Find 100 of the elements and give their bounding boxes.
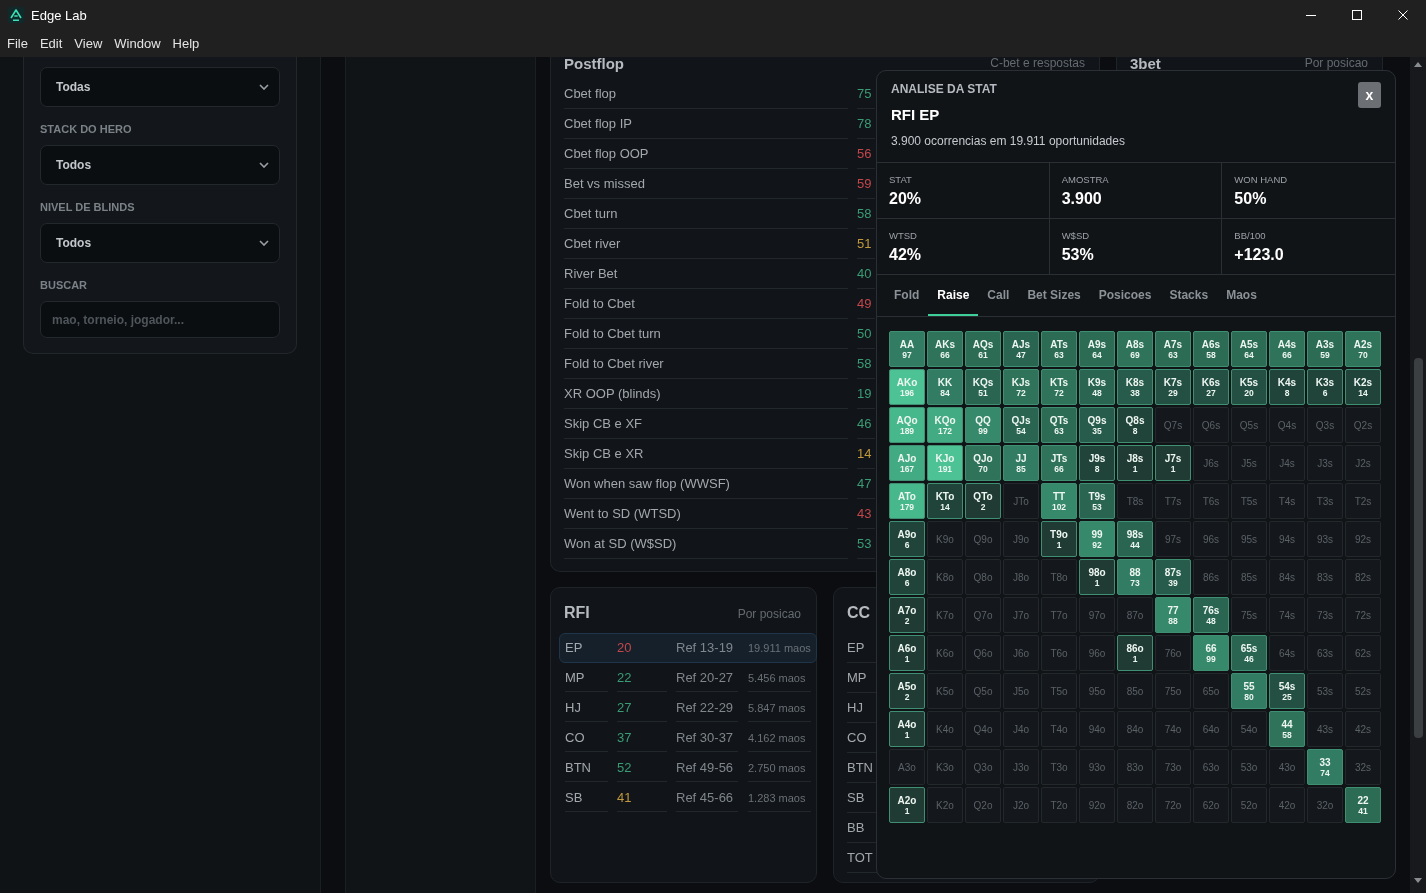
card-title: RFI xyxy=(564,604,590,622)
hand-label: 84s xyxy=(1278,571,1296,583)
hand-count: 84 xyxy=(940,387,950,398)
table-row[interactable]: EP 20 Ref 13-19 19.911 maos xyxy=(559,633,817,663)
hand-count: 167 xyxy=(899,463,915,474)
hand-count: 6 xyxy=(904,577,910,588)
table-row[interactable]: SB 41 Ref 45-66 1.283 maos xyxy=(559,783,817,813)
hand-count: 64 xyxy=(1244,349,1254,360)
stat-value: 14 xyxy=(857,439,875,469)
hand-label: 75o xyxy=(1164,685,1182,697)
stat-value: 50 xyxy=(857,319,875,349)
hand-count: 1 xyxy=(904,729,910,740)
stat-value: +123.0 xyxy=(1234,245,1285,265)
hand-label: 33 xyxy=(1319,756,1331,768)
position-label: HJ xyxy=(565,694,608,722)
stat-value: 56 xyxy=(857,139,875,169)
stat-label: Bet vs missed xyxy=(564,169,848,199)
chevron-down-icon xyxy=(259,240,269,246)
hand-label: 97s xyxy=(1164,533,1182,545)
dropdown[interactable]: Todos xyxy=(40,145,280,185)
stat-value: 41 xyxy=(617,784,667,812)
hand-label: Q2o xyxy=(973,799,993,811)
hand-label: 77 xyxy=(1167,604,1179,616)
hand-label: J8s xyxy=(1126,452,1144,464)
hand-label: K6s xyxy=(1201,376,1221,388)
hand-label: ATo xyxy=(898,490,916,502)
card-subtitle: Por posicao xyxy=(1304,57,1368,70)
stat-value: 19 xyxy=(857,379,875,409)
stat-value: 59 xyxy=(857,169,875,199)
reference-range: Ref 30-37 xyxy=(676,724,738,752)
hand-count: 53 xyxy=(1092,501,1102,512)
hand-label: T4s xyxy=(1278,495,1296,507)
hand-label: 96o xyxy=(1088,647,1106,659)
hand-label: K8o xyxy=(936,571,954,583)
hand-label: KTs xyxy=(1049,376,1069,388)
stat-value: 46 xyxy=(857,409,875,439)
hand-label: Q4s xyxy=(1277,419,1297,431)
search-field[interactable]: mao, torneio, jogador... xyxy=(40,301,280,338)
hand-label: QQ xyxy=(975,414,991,426)
hand-label: 52o xyxy=(1240,799,1258,811)
hand-label: Q7s xyxy=(1163,419,1183,431)
filter-label: STACK DO HERO xyxy=(40,123,133,136)
hand-count: 41 xyxy=(1358,805,1368,816)
scroll-up-icon[interactable] xyxy=(1414,62,1422,67)
hand-label: TT xyxy=(1052,490,1066,502)
hand-count: 1 xyxy=(1056,539,1062,550)
scrollbar[interactable] xyxy=(1410,57,1426,893)
stat-value: 58 xyxy=(857,199,875,229)
hand-count: 8 xyxy=(1094,463,1100,474)
filter-label: BUSCAR xyxy=(40,279,89,292)
hand-count: 69 xyxy=(1130,349,1140,360)
table-row[interactable]: BTN 52 Ref 49-56 2.750 maos xyxy=(559,753,817,783)
stat-value: 22 xyxy=(617,664,667,692)
reference-range: Ref 13-19 xyxy=(676,639,735,657)
hand-label: KK xyxy=(937,376,953,388)
hand-label: T8o xyxy=(1050,571,1068,583)
sample-size: 4.162 maos xyxy=(748,724,811,752)
hand-count: 97 xyxy=(902,349,912,360)
hand-label: KTo xyxy=(935,490,955,502)
hand-label: A8s xyxy=(1125,338,1145,350)
hand-label: Q4o xyxy=(973,723,993,735)
dropdown[interactable]: Todas xyxy=(40,67,280,107)
hand-label: JJ xyxy=(1015,452,1027,464)
stat-value: 78 xyxy=(857,109,875,139)
hand-label: 53o xyxy=(1240,761,1258,773)
hand-label: 32s xyxy=(1354,761,1372,773)
hand-label: 75s xyxy=(1240,609,1258,621)
stat-label: River Bet xyxy=(564,259,848,289)
hand-label: J9s xyxy=(1088,452,1106,464)
table-row[interactable]: HJ 27 Ref 22-29 5.847 maos xyxy=(559,693,817,723)
hand-label: 97o xyxy=(1088,609,1106,621)
hand-label: J5s xyxy=(1241,457,1257,469)
sample-size: 2.750 maos xyxy=(748,754,811,782)
hand-label: K4s xyxy=(1277,376,1297,388)
hand-label: T7o xyxy=(1050,609,1068,621)
reference-range: Ref 45-66 xyxy=(676,784,738,812)
hand-label: A3s xyxy=(1315,338,1335,350)
hand-count: 99 xyxy=(1206,653,1216,664)
hand-label: A4s xyxy=(1277,338,1297,350)
hand-label: 43s xyxy=(1316,723,1334,735)
hand-label: T3s xyxy=(1316,495,1334,507)
scroll-down-icon[interactable] xyxy=(1414,878,1422,883)
hand-label: 83o xyxy=(1126,761,1144,773)
hand-label: K8s xyxy=(1125,376,1145,388)
hand-label: 73s xyxy=(1316,609,1334,621)
hand-count: 1 xyxy=(904,653,910,664)
hand-label: T4o xyxy=(1050,723,1068,735)
hand-count: 102 xyxy=(1051,501,1067,512)
hand-label: Q5s xyxy=(1239,419,1259,431)
stat-value: 3.900 xyxy=(1061,189,1103,209)
hand-label: KJo xyxy=(935,452,955,464)
scroll-thumb[interactable] xyxy=(1413,358,1423,738)
hand-label: 73o xyxy=(1164,761,1182,773)
dropdown[interactable]: Todos xyxy=(40,223,280,263)
table-row[interactable]: CO 37 Ref 30-37 4.162 maos xyxy=(559,723,817,753)
reference-range: Ref 49-56 xyxy=(676,754,738,782)
hand-label: 82s xyxy=(1354,571,1372,583)
close-button[interactable]: x xyxy=(1358,82,1381,108)
stat-label: AMOSTRA xyxy=(1061,173,1110,186)
table-row[interactable]: MP 22 Ref 20-27 5.456 maos xyxy=(559,663,817,693)
